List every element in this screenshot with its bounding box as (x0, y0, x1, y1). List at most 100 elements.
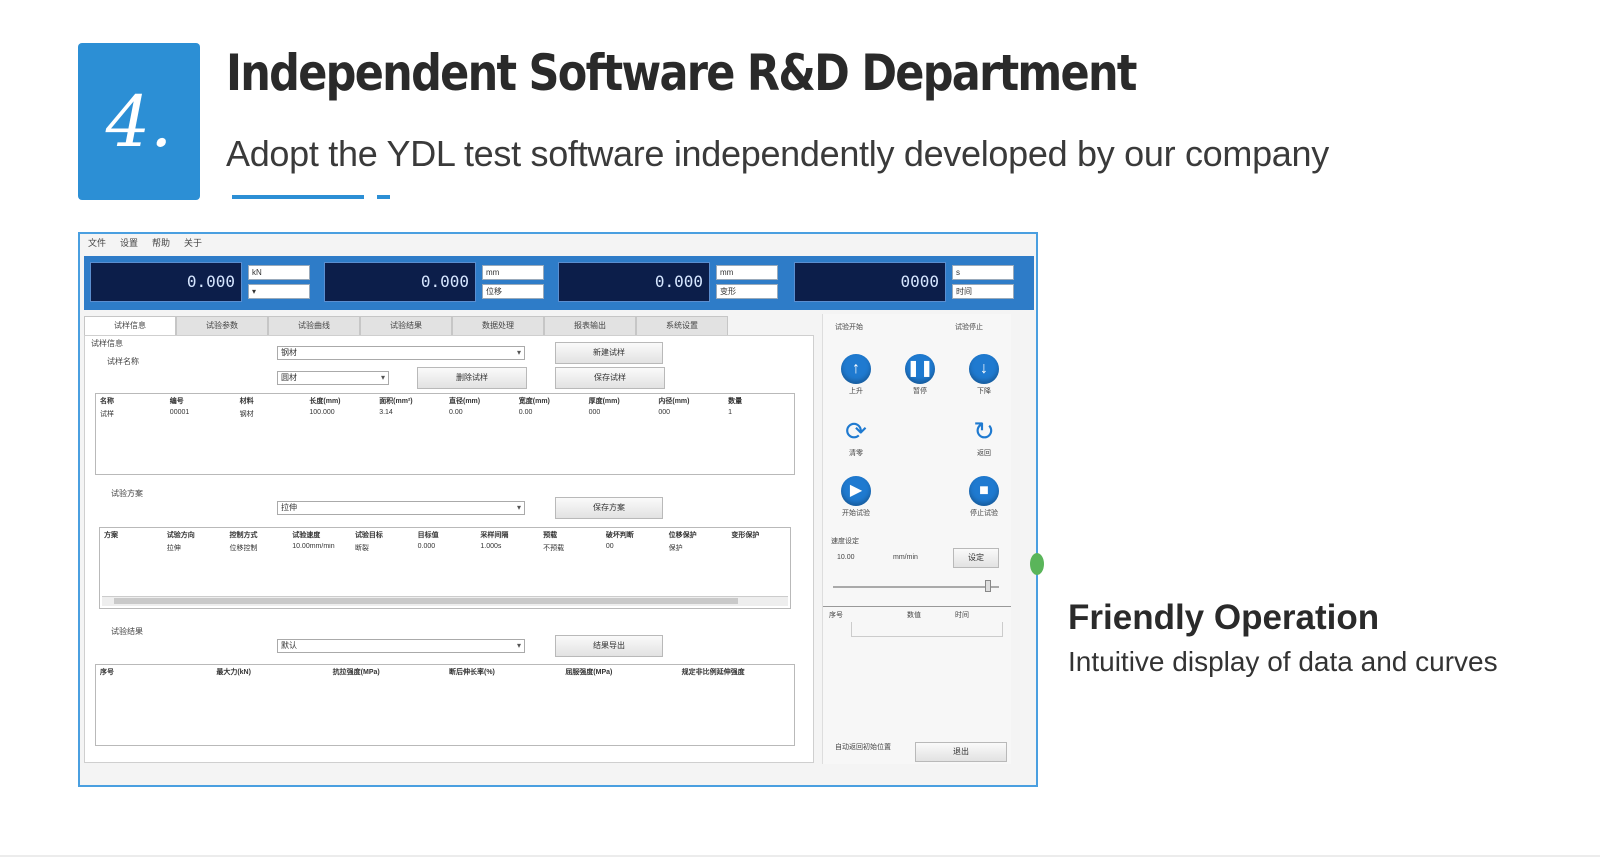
stop-icon[interactable]: ■ (969, 476, 999, 506)
col-header[interactable]: 屈服强度(MPa) (561, 667, 677, 679)
tab-test-curve[interactable]: 试验曲线 (268, 316, 360, 336)
stop-test-control[interactable]: ■ 停止试验 (959, 476, 1009, 518)
scheme-select[interactable]: 拉伸 (277, 501, 525, 515)
force-readout: 0.000 (90, 262, 242, 302)
col-header[interactable]: 面积(mm²) (375, 396, 445, 408)
exit-button[interactable]: 退出 (915, 742, 1007, 762)
save-scheme-button[interactable]: 保存方案 (555, 497, 663, 519)
col-header[interactable]: 位移保护 (665, 530, 728, 542)
speed-slider-track[interactable] (833, 586, 999, 588)
col-header[interactable]: 序号 (96, 667, 212, 679)
table-row[interactable]: 试样 00001 钢材 100.000 3.14 0.00 0.00 000 0… (96, 409, 794, 421)
return-control[interactable]: ↻ 返回 (959, 416, 1009, 458)
force-display: 0.000 kN ▾ (90, 262, 317, 304)
col-header[interactable]: 长度(mm) (305, 396, 375, 408)
bottom-divider (0, 855, 1600, 857)
table-row[interactable]: 拉伸 位移控制 10.00mm/min 断裂 0.000 1.000s 不预载 … (100, 543, 790, 555)
table-cell: 000 (588, 409, 601, 416)
pause-icon[interactable]: ❚❚ (905, 354, 935, 384)
start-test-control[interactable]: ▶ 开始试验 (831, 476, 881, 518)
table-cell: 1 (728, 409, 733, 416)
table-cell: 0.00 (448, 409, 463, 416)
deformation-unit-select[interactable]: mm (716, 265, 778, 280)
return-icon[interactable]: ↻ (969, 416, 999, 446)
result-template-select[interactable]: 默认 (277, 639, 525, 653)
col-header[interactable]: 材料 (236, 396, 306, 408)
table-cell: 10.00mm/min (292, 543, 335, 550)
col-header[interactable]: 目标值 (414, 530, 477, 542)
col-header[interactable]: 断后伸长率(%) (445, 667, 561, 679)
menu-item-file[interactable]: 文件 (88, 236, 106, 250)
deformation-display: 0.000 mm 变形 (558, 262, 785, 304)
horizontal-scrollbar[interactable] (102, 596, 788, 606)
speed-slider-thumb[interactable] (985, 580, 991, 592)
save-specimen-button[interactable]: 保存试样 (555, 367, 665, 389)
table-cell: 000 (658, 409, 671, 416)
col-header[interactable]: 预载 (539, 530, 602, 542)
force-unit-select[interactable]: kN (248, 265, 310, 280)
tab-report[interactable]: 报表输出 (544, 316, 636, 336)
down-control[interactable]: ↓ 下降 (959, 354, 1009, 396)
table-cell: 试样 (100, 411, 114, 418)
col-header[interactable]: 方案 (100, 530, 163, 542)
start-test-label: 试验开始 (835, 324, 863, 331)
col-header[interactable]: 变形保护 (727, 530, 790, 542)
col-header[interactable]: 内径(mm) (654, 396, 724, 408)
time-unit-select[interactable]: s (952, 265, 1014, 280)
force-channel-select[interactable]: ▾ (248, 284, 310, 299)
reset-control[interactable]: ⟳ 清零 (831, 416, 881, 458)
tab-test-result[interactable]: 试验结果 (360, 316, 452, 336)
table-cell: 0.000 (417, 543, 436, 550)
scheme-table-header: 方案 试验方向 控制方式 试验速度 试验目标 目标值 采样间隔 预载 破坏判断 … (100, 530, 790, 542)
speed-value[interactable]: 10.00 (837, 554, 855, 561)
menu-item-help[interactable]: 帮助 (152, 236, 170, 250)
specimen-name-label: 试样名称 (107, 357, 139, 366)
displacement-unit-select[interactable]: mm (482, 265, 544, 280)
displacement-channel-select[interactable]: 位移 (482, 284, 544, 299)
menu-item-about[interactable]: 关于 (184, 236, 202, 250)
return-label: 返回 (977, 450, 991, 457)
col-header[interactable]: 数量 (724, 396, 794, 408)
col-header[interactable]: 规定非比例延伸强度 (678, 667, 794, 679)
scrollbar-thumb[interactable] (114, 598, 738, 604)
menu-item-settings[interactable]: 设置 (120, 236, 138, 250)
time-display: 0000 s 时间 (794, 262, 1021, 304)
deformation-channel-select[interactable]: 变形 (716, 284, 778, 299)
tab-data-processing[interactable]: 数据处理 (452, 316, 544, 336)
col-header[interactable]: 破坏判断 (602, 530, 665, 542)
col-header[interactable]: 采样间隔 (476, 530, 539, 542)
play-icon[interactable]: ▶ (841, 476, 871, 506)
up-control[interactable]: ↑ 上升 (831, 354, 881, 396)
displacement-display: 0.000 mm 位移 (324, 262, 551, 304)
col-header[interactable]: 试验目标 (351, 530, 414, 542)
set-speed-button[interactable]: 设定 (953, 548, 999, 568)
col-header[interactable]: 宽度(mm) (515, 396, 585, 408)
col-header[interactable]: 名称 (96, 396, 166, 408)
arrow-down-icon[interactable]: ↓ (969, 354, 999, 384)
new-specimen-button[interactable]: 新建试样 (555, 342, 663, 364)
col-header[interactable]: 编号 (166, 396, 236, 408)
tab-specimen-info[interactable]: 试样信息 (84, 316, 176, 336)
shape-select[interactable]: 圆材 (277, 371, 389, 385)
tab-system[interactable]: 系统设置 (636, 316, 728, 336)
time-channel-select[interactable]: 时间 (952, 284, 1014, 299)
col-header[interactable]: 厚度(mm) (585, 396, 655, 408)
start-test-button-label: 开始试验 (842, 510, 870, 517)
tab-test-params[interactable]: 试验参数 (176, 316, 268, 336)
col-header[interactable]: 试验方向 (163, 530, 226, 542)
col-header[interactable]: 最大力(kN) (212, 667, 328, 679)
pause-control[interactable]: ❚❚ 暂停 (895, 354, 945, 396)
refresh-icon[interactable]: ⟳ (841, 416, 871, 446)
table-cell: 钢材 (239, 411, 254, 418)
material-select[interactable]: 钢材 (277, 346, 525, 360)
deformation-readout: 0.000 (558, 262, 710, 302)
arrow-up-icon[interactable]: ↑ (841, 354, 871, 384)
export-result-button[interactable]: 结果导出 (555, 635, 663, 657)
table-cell: 00001 (169, 409, 190, 416)
col-header[interactable]: 直径(mm) (445, 396, 515, 408)
col-header[interactable]: 抗拉强度(MPa) (329, 667, 445, 679)
col-header[interactable]: 试验速度 (288, 530, 351, 542)
down-label: 下降 (977, 388, 991, 395)
delete-specimen-button[interactable]: 删除试样 (417, 367, 527, 389)
col-header[interactable]: 控制方式 (225, 530, 288, 542)
